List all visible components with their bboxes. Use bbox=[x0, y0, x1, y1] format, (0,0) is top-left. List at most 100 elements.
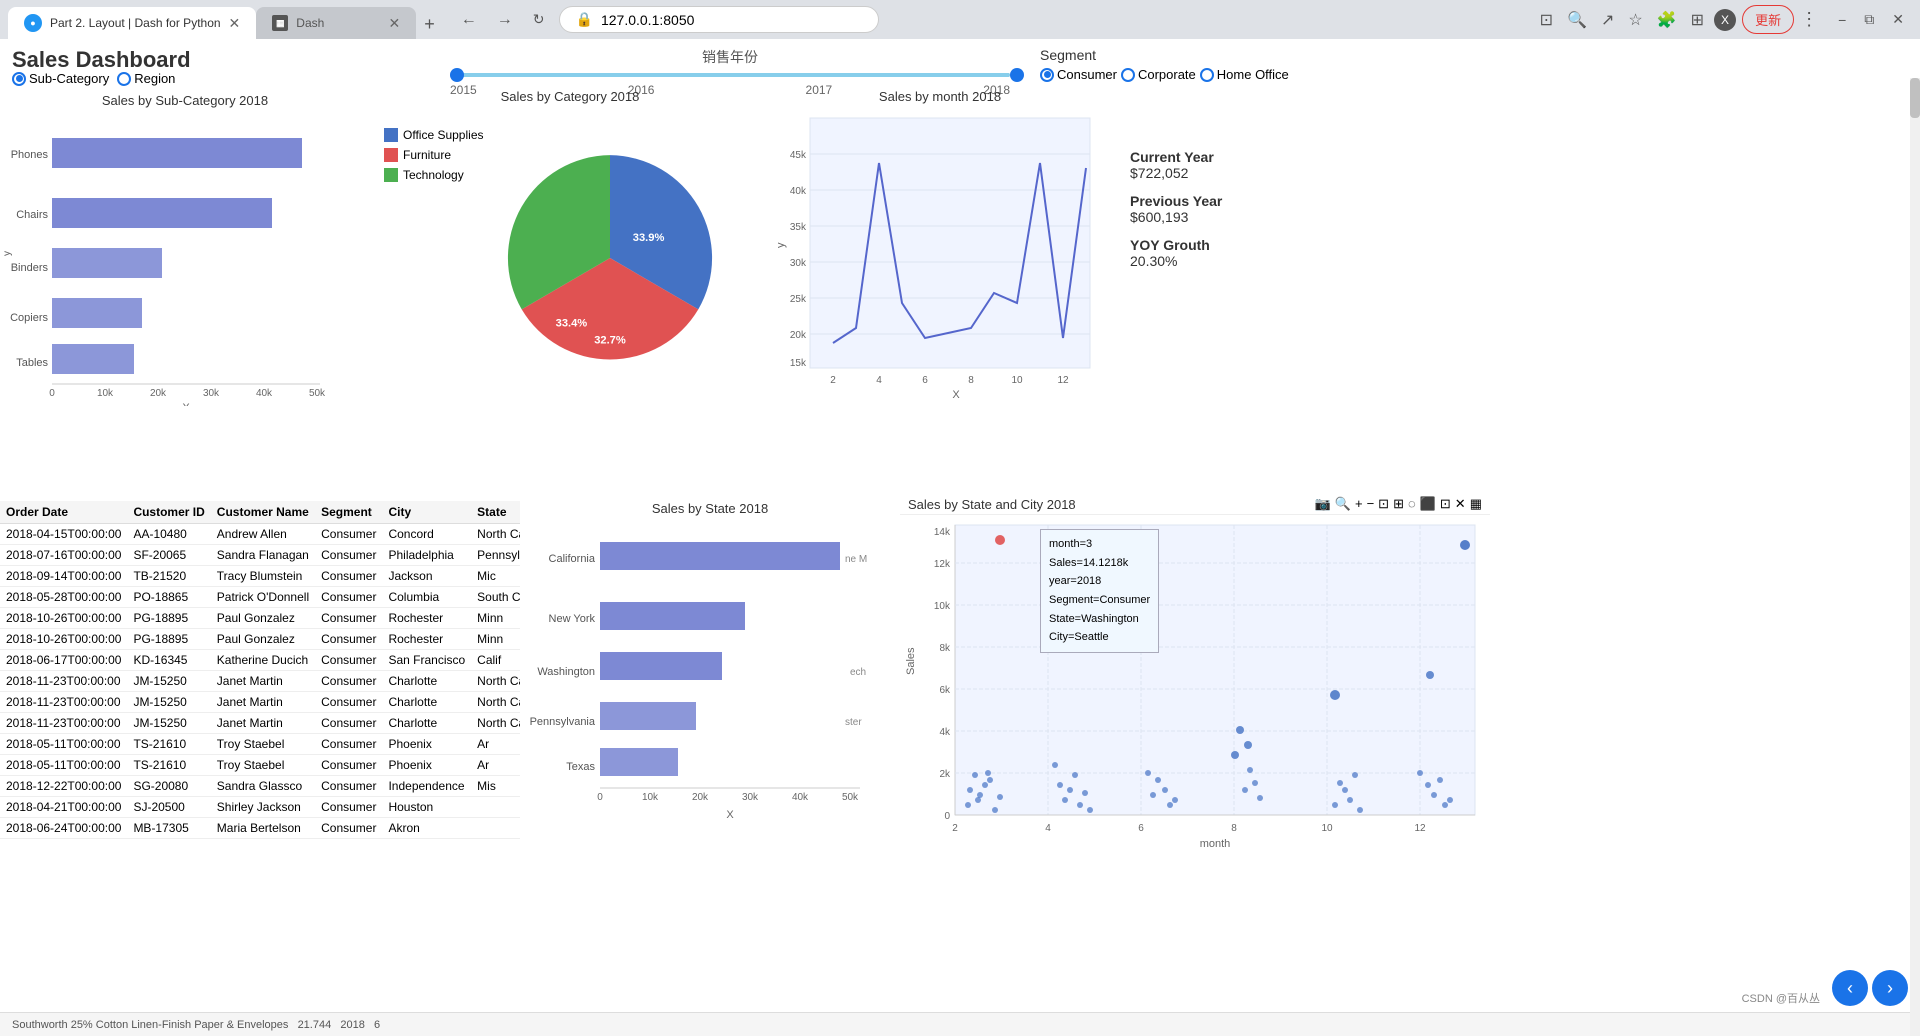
active-tab[interactable]: ● Part 2. Layout | Dash for Python ✕ bbox=[8, 7, 256, 39]
slider-thumb-right[interactable] bbox=[1010, 68, 1024, 82]
radio-home-office[interactable]: Home Office bbox=[1200, 67, 1289, 82]
table-cell: Patrick O'Donnell bbox=[211, 587, 315, 608]
svg-text:Copiers: Copiers bbox=[10, 312, 48, 324]
subcategory-region-radio[interactable]: Sub-Category Region bbox=[12, 71, 175, 86]
table-cell: Jackson bbox=[382, 566, 471, 587]
scatter-chart-section: Sales by State and City 2018 📷 🔍 + − ⊡ ⊞… bbox=[900, 494, 1490, 874]
table-cell: Consumer bbox=[315, 797, 382, 818]
table-cell: Consumer bbox=[315, 734, 382, 755]
table-cell: 2018-11-23T00:00:00 bbox=[0, 713, 127, 734]
forward-button[interactable]: → bbox=[491, 9, 519, 31]
table-cell: Rochester bbox=[382, 608, 471, 629]
table-cell: Ar bbox=[471, 734, 520, 755]
table-cell: 2018-06-17T00:00:00 bbox=[0, 650, 127, 671]
csdn-watermark: CSDN @百从丛 bbox=[1742, 990, 1820, 1006]
sidebar-toggle-icon[interactable]: ⊞ bbox=[1687, 6, 1708, 34]
next-arrow[interactable]: › bbox=[1872, 970, 1908, 1006]
svg-text:Binders: Binders bbox=[11, 262, 49, 274]
table-cell: North Car bbox=[471, 692, 520, 713]
table-cell: North Car bbox=[471, 671, 520, 692]
minimize-button[interactable]: − bbox=[1830, 8, 1854, 32]
table-cell: Consumer bbox=[315, 566, 382, 587]
bookmark-icon[interactable]: ☆ bbox=[1624, 6, 1646, 34]
sales-table: Order Date Customer ID Customer Name Seg… bbox=[0, 501, 520, 839]
user-avatar[interactable]: X bbox=[1714, 9, 1736, 31]
bar-chart-svg: Phones Chairs Binders Copiers Tables 0 1… bbox=[0, 116, 370, 406]
table-cell: Phoenix bbox=[382, 755, 471, 776]
refresh-button[interactable]: ↻ bbox=[527, 9, 551, 30]
table-cell: 2018-09-14T00:00:00 bbox=[0, 566, 127, 587]
table-cell: Consumer bbox=[315, 755, 382, 776]
kpi-previous-year-value: $600,193 bbox=[1130, 209, 1640, 225]
table-cell: 2018-10-26T00:00:00 bbox=[0, 629, 127, 650]
update-button[interactable]: 更新 bbox=[1742, 5, 1794, 34]
grid-icon[interactable]: ⊞ bbox=[1393, 496, 1404, 512]
svg-text:X: X bbox=[182, 402, 190, 406]
screenshot-icon[interactable]: ⊡ bbox=[1536, 6, 1557, 34]
back-button[interactable]: ← bbox=[455, 9, 483, 31]
table-cell: Shirley Jackson bbox=[211, 797, 315, 818]
svg-text:Pennsylvania: Pennsylvania bbox=[530, 716, 596, 728]
status-bar: Southworth 25% Cotton Linen-Finish Paper… bbox=[0, 1012, 1920, 1036]
svg-text:0: 0 bbox=[944, 811, 950, 822]
camera-icon[interactable]: 📷 bbox=[1315, 496, 1331, 512]
svg-text:14k: 14k bbox=[934, 527, 951, 538]
scrollbar-thumb[interactable] bbox=[1910, 78, 1920, 118]
table-cell: 2018-05-28T00:00:00 bbox=[0, 587, 127, 608]
segment-home-office: Home Office bbox=[1217, 67, 1289, 82]
tab-close-inactive[interactable]: ✕ bbox=[389, 15, 401, 32]
browser-menu-icon[interactable]: ⋮ bbox=[1800, 9, 1818, 30]
segment-radios[interactable]: Consumer Corporate Home Office bbox=[1040, 67, 1289, 82]
tooltip-sales: Sales=14.1218k bbox=[1049, 554, 1150, 573]
status-text: Southworth 25% Cotton Linen-Finish Paper… bbox=[12, 1019, 380, 1031]
legend-technology: Technology bbox=[403, 168, 464, 182]
radio-consumer[interactable]: Consumer bbox=[1040, 67, 1117, 82]
restore-button[interactable]: ⧉ bbox=[1856, 7, 1882, 32]
expand-icon[interactable]: ⊡ bbox=[1440, 496, 1451, 512]
radio-region[interactable]: Region bbox=[117, 71, 175, 86]
svg-text:20k: 20k bbox=[150, 388, 167, 399]
radio-corporate[interactable]: Corporate bbox=[1121, 67, 1196, 82]
add-icon[interactable]: + bbox=[1355, 496, 1363, 512]
minus-icon[interactable]: − bbox=[1367, 496, 1375, 512]
bar-chart-section: Sales by Sub-Category 2018 Phones Chairs… bbox=[0, 89, 370, 411]
close-button[interactable]: ✕ bbox=[1884, 7, 1912, 32]
extensions-icon[interactable]: 🧩 bbox=[1653, 6, 1681, 34]
radio-subcategory[interactable]: Sub-Category bbox=[12, 71, 109, 86]
prev-arrow[interactable]: ‹ bbox=[1832, 970, 1868, 1006]
table-cell: 2018-04-21T00:00:00 bbox=[0, 797, 127, 818]
inactive-tab[interactable]: ▦ Dash ✕ bbox=[256, 7, 416, 39]
zoom-in-icon[interactable]: 🔍 bbox=[1335, 496, 1351, 512]
tab-bar: ● Part 2. Layout | Dash for Python ✕ ▦ D… bbox=[8, 0, 443, 39]
svg-text:month: month bbox=[1200, 838, 1231, 850]
slider-thumb-left[interactable] bbox=[450, 68, 464, 82]
new-tab-button[interactable]: + bbox=[416, 10, 443, 39]
save-icon[interactable]: ▦ bbox=[1470, 496, 1482, 512]
kpi-previous-year: Previous Year $600,193 bbox=[1130, 193, 1640, 225]
table-cell: Consumer bbox=[315, 587, 382, 608]
pie-chart-section: Sales by Category 2018 Office Supplies F… bbox=[380, 89, 760, 408]
table-cell bbox=[471, 797, 520, 818]
table-cell: 2018-11-23T00:00:00 bbox=[0, 671, 127, 692]
scatter-chart-title: Sales by State and City 2018 bbox=[908, 497, 1076, 512]
share-icon[interactable]: ↗ bbox=[1597, 6, 1618, 34]
radio-dot-corporate bbox=[1121, 68, 1135, 82]
table-cell: Consumer bbox=[315, 608, 382, 629]
table-row: 2018-06-24T00:00:00MB-17305Maria Bertels… bbox=[0, 818, 520, 839]
lasso-icon[interactable]: ◌ bbox=[1408, 496, 1416, 512]
segment-label: Segment bbox=[1040, 47, 1289, 63]
tooltip-year: year=2018 bbox=[1049, 572, 1150, 591]
chart-toolbar[interactable]: 📷 🔍 + − ⊡ ⊞ ◌ ⬛ ⊡ ✕ ▦ bbox=[1315, 496, 1482, 512]
vertical-scrollbar[interactable] bbox=[1910, 78, 1920, 1036]
address-bar[interactable]: 🔒 127.0.0.1:8050 bbox=[559, 6, 879, 33]
crop-icon[interactable]: ⊡ bbox=[1378, 496, 1389, 512]
table-row: 2018-09-14T00:00:00TB-21520Tracy Blumste… bbox=[0, 566, 520, 587]
reset-icon[interactable]: ✕ bbox=[1455, 496, 1466, 512]
slider-track[interactable] bbox=[450, 73, 1010, 77]
tab-close-active[interactable]: ✕ bbox=[229, 15, 241, 32]
download-icon[interactable]: ⬛ bbox=[1420, 496, 1436, 512]
zoom-icon[interactable]: 🔍 bbox=[1563, 6, 1591, 34]
svg-text:X: X bbox=[952, 389, 960, 398]
segment-corporate: Corporate bbox=[1138, 67, 1196, 82]
table-cell: MB-17305 bbox=[127, 818, 210, 839]
